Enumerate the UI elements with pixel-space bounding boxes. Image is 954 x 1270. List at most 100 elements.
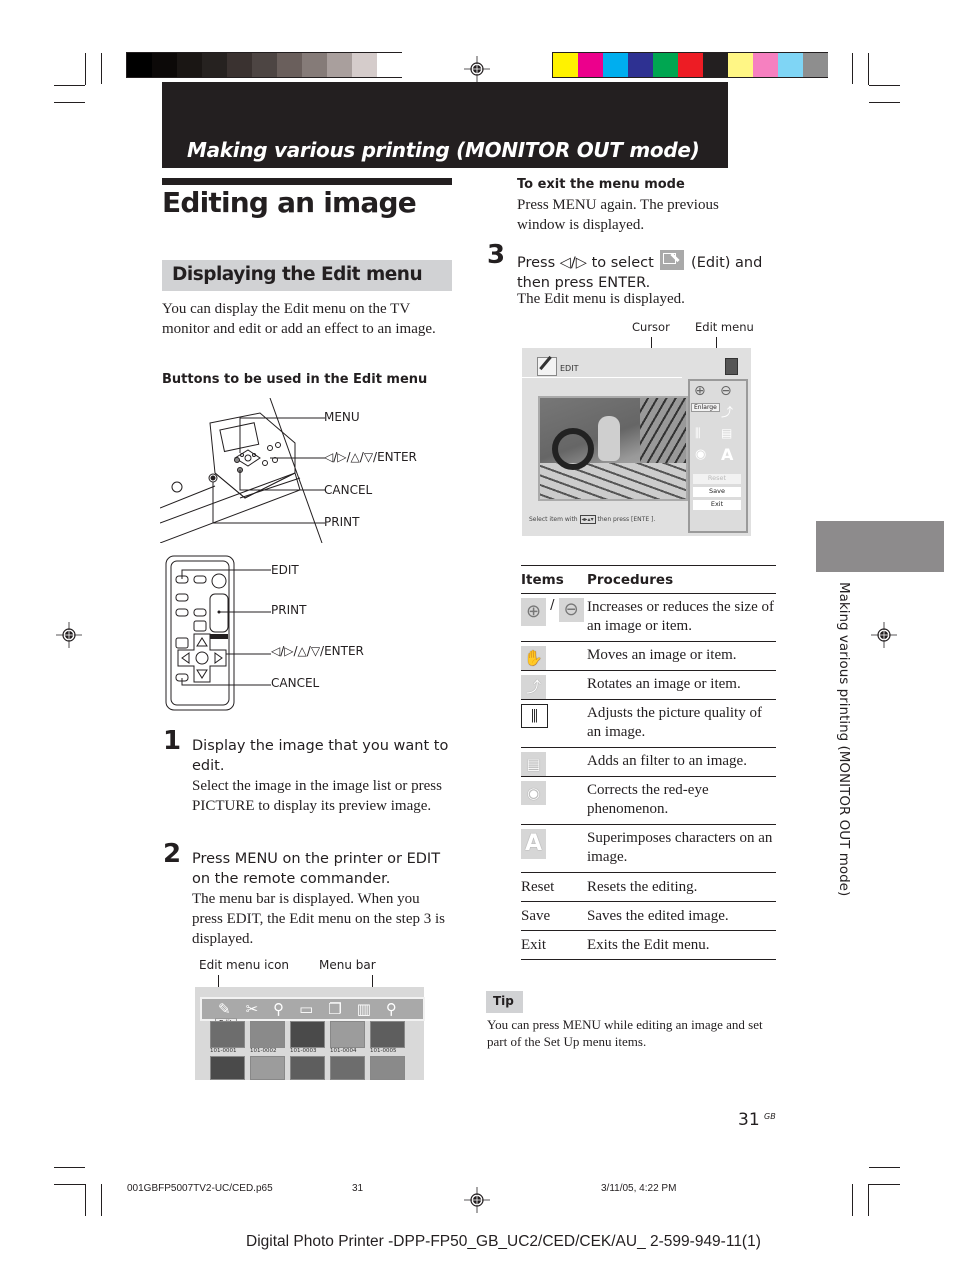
remote-callout-arrows-enter: ◁/▷/△/▽/ENTER bbox=[271, 644, 364, 658]
cell-item: ◉ bbox=[521, 776, 587, 825]
hint-text-b: then press [ENTE ]. bbox=[597, 516, 656, 523]
crop-mark bbox=[869, 102, 900, 103]
color-swatch bbox=[578, 53, 603, 77]
step-number: 1 bbox=[163, 726, 182, 756]
crop-mark bbox=[54, 102, 85, 103]
thumbnail-image bbox=[370, 1021, 405, 1048]
thumbnail-label: 101-0004 bbox=[330, 1048, 357, 1054]
thumbnail-label: 101-0002 bbox=[250, 1048, 277, 1054]
filter-icon[interactable]: ▤ bbox=[721, 426, 732, 440]
color-swatch bbox=[177, 53, 202, 77]
table-header: Items Procedures bbox=[521, 565, 776, 594]
color-swatch bbox=[778, 53, 803, 77]
divider bbox=[522, 377, 682, 378]
zoom-out-icon: ⊖ bbox=[558, 598, 584, 622]
registration-mark-icon bbox=[56, 622, 82, 648]
cell-procedure: Rotates an image or item. bbox=[587, 670, 776, 700]
edit-icon bbox=[660, 250, 685, 270]
table-row: A Superimposes characters on an image. bbox=[521, 824, 776, 873]
crop-mark bbox=[868, 53, 869, 85]
thumbnail[interactable]: 101-0001 bbox=[210, 1021, 245, 1080]
footer-date: 3/11/05, 4:22 PM bbox=[601, 1183, 677, 1194]
thumbnail-image bbox=[330, 1056, 365, 1080]
cell-item: A bbox=[521, 824, 587, 873]
separator: / bbox=[546, 598, 559, 613]
crop-mark bbox=[868, 1184, 869, 1216]
color-swatch bbox=[252, 53, 277, 77]
chapter-side-tab bbox=[816, 521, 944, 572]
crop-mark bbox=[101, 1184, 102, 1216]
thumbnail[interactable]: 101-0005 bbox=[370, 1021, 405, 1080]
zoom-out-icon[interactable]: ⊖ bbox=[720, 383, 732, 399]
thumbnail-label: 101-0003 bbox=[290, 1048, 317, 1054]
color-swatch bbox=[653, 53, 678, 77]
zoom-in-icon[interactable]: ⊕ bbox=[694, 383, 706, 399]
buttons-heading: Buttons to be used in the Edit menu bbox=[162, 372, 428, 387]
rotate-icon[interactable]: ⤴ bbox=[721, 403, 733, 420]
exit-button[interactable]: Exit bbox=[693, 500, 741, 510]
label-menu-bar: Menu bar bbox=[319, 958, 376, 972]
color-swatch bbox=[628, 53, 653, 77]
sliders-icon: ⫼ bbox=[521, 704, 548, 728]
procedures-table: Items Procedures ⊕ / ⊖ Increases or reduc… bbox=[521, 565, 776, 960]
color-swatch bbox=[302, 53, 327, 77]
cell-item: Exit bbox=[521, 930, 587, 960]
table-row: ⫼ Adjusts the picture quality of an image… bbox=[521, 699, 776, 748]
eye-icon: ◉ bbox=[521, 781, 546, 805]
sliders-icon[interactable]: ⫼ bbox=[695, 426, 701, 441]
thumbnail[interactable]: 101-0002 bbox=[250, 1021, 285, 1080]
crop-mark bbox=[101, 53, 102, 84]
thumbnail-image bbox=[290, 1056, 325, 1080]
crop-mark bbox=[869, 1167, 900, 1168]
thumbnail[interactable]: 101-0003 bbox=[290, 1021, 325, 1080]
cell-procedure: Superimposes characters on an image. bbox=[587, 824, 776, 873]
color-swatch bbox=[603, 53, 628, 77]
cell-procedure: Increases or reduces the size of an imag… bbox=[587, 593, 776, 642]
label-edit-menu: Edit menu bbox=[695, 320, 754, 334]
cell-procedure: Corrects the red-eye phenomenon. bbox=[587, 776, 776, 825]
remote-commander-illustration bbox=[165, 555, 271, 711]
table-row: ✋ Moves an image or item. bbox=[521, 641, 776, 671]
page-title: Editing an image bbox=[162, 186, 417, 219]
footer-product: Digital Photo Printer -DPP-FP50_GB_UC2/C… bbox=[246, 1233, 646, 1250]
printer-illustration bbox=[160, 398, 325, 543]
step-3-heading-a: Press ◁/▷ to select bbox=[517, 255, 654, 271]
thumbnail-label: 101-0005 bbox=[370, 1048, 397, 1054]
table-row: ⤴ Rotates an image or item. bbox=[521, 670, 776, 700]
thumbnail-image bbox=[330, 1021, 365, 1048]
color-swatch bbox=[753, 53, 778, 77]
reset-button[interactable]: Reset bbox=[693, 474, 741, 484]
registration-mark-icon bbox=[464, 56, 490, 82]
footer-file: 001GBFP5007TV2-UC/CED.p65 bbox=[127, 1183, 273, 1194]
table-row: Reset Resets the editing. bbox=[521, 872, 776, 902]
table-row: Exit Exits the Edit menu. bbox=[521, 930, 776, 960]
header-items: Items bbox=[521, 565, 587, 594]
callout-arrows-enter: ◁/▷/△/▽/ENTER bbox=[324, 450, 417, 464]
color-swatch bbox=[352, 53, 377, 77]
letter-a-icon[interactable]: A bbox=[721, 445, 733, 464]
cell-item: ⫼ bbox=[521, 699, 587, 748]
registration-mark-icon bbox=[464, 1187, 490, 1213]
thumbnail-image bbox=[210, 1056, 245, 1080]
exit-body: Press MENU again. The previous window is… bbox=[517, 197, 719, 233]
footer-page: 31 bbox=[352, 1183, 364, 1194]
cell-item: ⤴ bbox=[521, 670, 587, 700]
footer-code: 2-599-949-11(1) bbox=[650, 1233, 761, 1250]
callout-cancel: CANCEL bbox=[324, 483, 373, 497]
step-2-body: The menu bar is displayed. When you pres… bbox=[192, 891, 446, 947]
color-swatch bbox=[127, 53, 152, 77]
remote-callout-print: PRINT bbox=[271, 603, 307, 617]
table-row: ▤ Adds an filter to an image. bbox=[521, 747, 776, 777]
chapter-title: Making various printing (MONITOR OUT mod… bbox=[187, 138, 700, 162]
save-button[interactable]: Save bbox=[693, 487, 741, 497]
remote-callout-edit: EDIT bbox=[271, 563, 299, 577]
thumbnail-image bbox=[210, 1021, 245, 1048]
cat-photo bbox=[538, 396, 688, 501]
thumbnail[interactable]: 101-0004 bbox=[330, 1021, 365, 1080]
cell-procedure: Moves an image or item. bbox=[587, 641, 776, 671]
crop-mark bbox=[869, 85, 900, 86]
cell-procedure: Adds an filter to an image. bbox=[587, 747, 776, 777]
eye-icon[interactable]: ◉ bbox=[695, 447, 706, 462]
cell-procedure: Saves the edited image. bbox=[587, 901, 776, 931]
label-cursor: Cursor bbox=[632, 320, 670, 334]
